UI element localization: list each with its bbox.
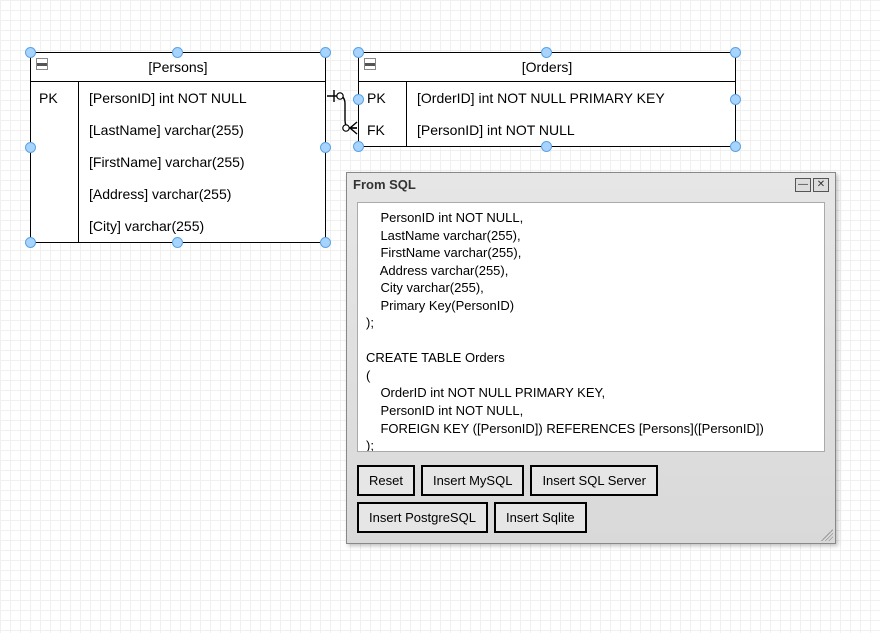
insert-sqlserver-button[interactable]: Insert SQL Server — [530, 465, 658, 496]
sql-textarea[interactable] — [357, 202, 825, 452]
diagram-canvas[interactable]: ▬ [Persons] PK [PersonID] int NOT NULL [… — [0, 0, 880, 633]
insert-sqlite-button[interactable]: Insert Sqlite — [494, 502, 587, 533]
reset-button[interactable]: Reset — [357, 465, 415, 496]
close-button[interactable]: ✕ — [813, 178, 829, 192]
from-sql-dialog[interactable]: From SQL — ✕ Reset Insert MySQL Insert S… — [346, 172, 836, 544]
minimize-button[interactable]: — — [795, 178, 811, 192]
insert-mysql-button[interactable]: Insert MySQL — [421, 465, 524, 496]
insert-postgres-button[interactable]: Insert PostgreSQL — [357, 502, 488, 533]
dialog-titlebar[interactable]: From SQL — ✕ — [347, 173, 835, 196]
resize-grip-icon[interactable] — [821, 529, 833, 541]
dialog-title: From SQL — [353, 177, 793, 192]
